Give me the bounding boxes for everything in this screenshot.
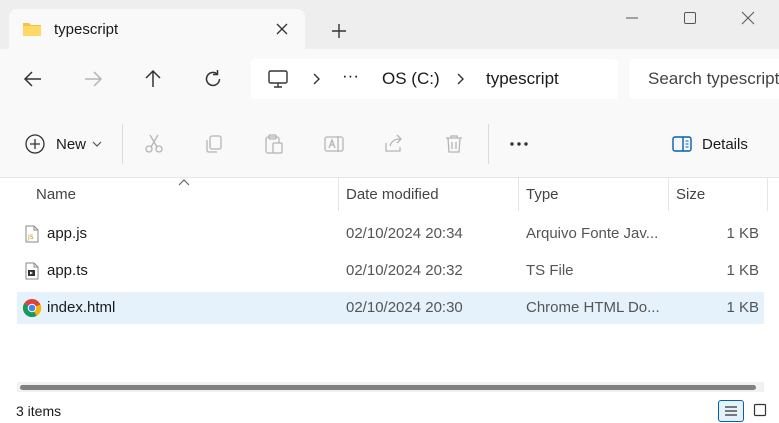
delete-icon[interactable] — [443, 133, 465, 155]
chevron-right-icon[interactable] — [311, 73, 321, 85]
chevron-down-icon[interactable] — [92, 141, 102, 147]
column-header-date[interactable]: Date modified — [338, 178, 519, 211]
tiles-view-icon — [753, 403, 767, 417]
new-button[interactable]: New — [56, 136, 86, 153]
tab-title: typescript — [54, 21, 119, 38]
column-label: Date modified — [346, 186, 439, 203]
divider — [122, 124, 123, 164]
search-box[interactable]: Search typescript — [629, 59, 779, 99]
minimize-icon[interactable] — [624, 10, 640, 26]
plus-circle-icon[interactable] — [24, 133, 46, 155]
column-label: Size — [676, 186, 706, 203]
close-window-icon[interactable] — [740, 10, 756, 26]
ts-file-icon — [25, 262, 39, 280]
svg-text:JS: JS — [27, 234, 34, 241]
column-header-name[interactable]: Name — [28, 178, 339, 211]
up-arrow-icon[interactable] — [142, 68, 164, 90]
column-divider[interactable] — [767, 178, 768, 211]
tiles-view-button[interactable] — [748, 400, 774, 422]
divider — [488, 124, 489, 164]
file-size: 1 KB — [726, 225, 759, 242]
rename-icon[interactable] — [323, 133, 345, 155]
file-name: app.js — [47, 225, 88, 242]
table-row[interactable]: JS app.js 02/10/2024 20:34 Arquivo Fonte… — [17, 218, 764, 250]
column-header-type[interactable]: Type — [518, 178, 669, 211]
close-tab-icon[interactable] — [274, 21, 290, 37]
list-view-icon — [725, 406, 737, 416]
column-label: Type — [526, 186, 559, 203]
table-row[interactable]: app.ts 02/10/2024 20:32 TS File 1 KB — [17, 255, 764, 287]
file-date: 02/10/2024 20:34 — [346, 225, 463, 242]
computer-icon[interactable] — [267, 69, 289, 89]
copy-icon[interactable] — [203, 133, 225, 155]
horizontal-scrollbar[interactable] — [17, 382, 764, 392]
file-date: 02/10/2024 20:30 — [346, 299, 463, 316]
status-bar: 3 items — [0, 398, 779, 423]
file-type: Chrome HTML Do... — [526, 299, 660, 316]
breadcrumb-drive[interactable]: OS (C:) — [382, 69, 440, 89]
details-view-button[interactable] — [718, 400, 744, 422]
breadcrumb-ellipsis[interactable]: ··· — [342, 66, 359, 86]
table-row-selected[interactable]: index.html 02/10/2024 20:30 Chrome HTML … — [17, 292, 764, 324]
file-type: Arquivo Fonte Jav... — [526, 225, 659, 242]
chevron-right-icon[interactable] — [455, 73, 465, 85]
breadcrumb-folder[interactable]: typescript — [486, 69, 559, 89]
file-size: 1 KB — [726, 262, 759, 279]
search-input[interactable]: Search typescript — [648, 69, 779, 89]
details-pane-icon[interactable] — [671, 133, 693, 155]
paste-icon[interactable] — [263, 133, 285, 155]
column-label: Name — [36, 186, 77, 203]
file-type: TS File — [526, 262, 574, 279]
folder-icon — [23, 23, 41, 36]
title-bar: typescript — [0, 0, 779, 51]
refresh-icon[interactable] — [202, 68, 224, 90]
new-tab-icon[interactable] — [330, 22, 348, 40]
cut-icon[interactable] — [143, 133, 165, 155]
back-arrow-icon[interactable] — [22, 68, 44, 90]
tab-typescript[interactable]: typescript — [9, 9, 305, 51]
more-options-icon[interactable] — [508, 133, 530, 155]
forward-arrow-icon[interactable] — [82, 68, 104, 90]
file-date: 02/10/2024 20:32 — [346, 262, 463, 279]
address-bar[interactable]: ··· OS (C:) typescript — [251, 59, 618, 99]
chrome-icon — [22, 299, 42, 318]
command-bar: New Details — [0, 110, 779, 178]
column-header-size[interactable]: Size — [668, 178, 768, 211]
item-count: 3 items — [16, 403, 62, 419]
column-headers: Name Date modified Type Size — [0, 178, 779, 211]
file-size: 1 KB — [726, 299, 759, 316]
share-icon[interactable] — [383, 133, 405, 155]
scrollbar-thumb[interactable] — [20, 385, 756, 390]
file-name: app.ts — [47, 262, 88, 279]
js-file-icon: JS — [25, 225, 39, 243]
navigation-bar: ··· OS (C:) typescript Search typescript — [0, 49, 779, 110]
maximize-icon[interactable] — [682, 10, 698, 26]
file-name: index.html — [47, 299, 116, 316]
details-button[interactable]: Details — [702, 136, 748, 153]
